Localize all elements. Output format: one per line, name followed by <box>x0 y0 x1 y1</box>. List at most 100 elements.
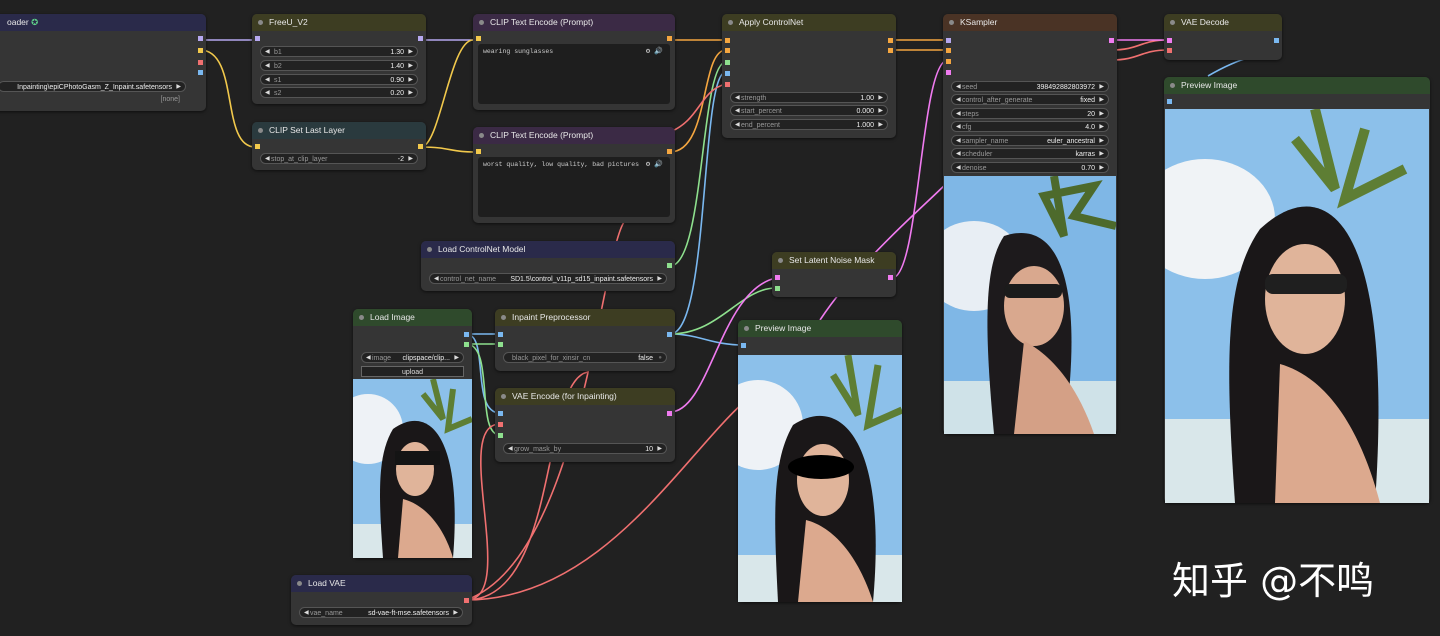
vae-input-socket[interactable] <box>725 82 730 87</box>
arrow-right-icon[interactable]: ▶ <box>176 82 181 91</box>
negative-input-socket[interactable] <box>725 48 730 53</box>
arrow-right-icon[interactable]: ▶ <box>1099 163 1104 172</box>
image-output-socket[interactable] <box>667 332 672 337</box>
arrow-left-icon[interactable]: ◀ <box>956 149 961 158</box>
collapse-dot-icon[interactable] <box>359 315 364 320</box>
collapse-dot-icon[interactable] <box>728 20 733 25</box>
mask-input-socket[interactable] <box>775 286 780 291</box>
arrow-right-icon[interactable]: ▶ <box>657 444 662 453</box>
arrow-left-icon[interactable]: ◀ <box>956 82 961 91</box>
b2-widget[interactable]: ◀ b2 1.40 ▶ <box>260 60 418 71</box>
stop-at-clip-layer-widget[interactable]: ◀ stop_at_clip_layer -2 ▶ <box>260 153 418 164</box>
arrow-left-icon[interactable]: ◀ <box>735 106 740 115</box>
arrow-right-icon[interactable]: ▶ <box>878 120 883 129</box>
positive-input-socket[interactable] <box>946 48 951 53</box>
output-socket[interactable] <box>198 70 203 75</box>
image-input-socket[interactable] <box>725 71 730 76</box>
vae-encode-inpainting-node[interactable]: VAE Encode (for Inpainting) ◀ grow_mask_b… <box>495 388 675 462</box>
latent-input-socket[interactable] <box>946 70 951 75</box>
control-net-name-widget[interactable]: ◀ control_net_name SD1.5\control_v11p_sd15… <box>429 273 667 284</box>
image-output-socket[interactable] <box>1274 38 1279 43</box>
conditioning-output-socket[interactable] <box>667 36 672 41</box>
strength-widget[interactable]: ◀ strength 1.00 ▶ <box>730 92 888 103</box>
arrow-left-icon[interactable]: ◀ <box>956 95 961 104</box>
negative-output-socket[interactable] <box>888 48 893 53</box>
model-output-socket[interactable] <box>198 36 203 41</box>
clip-output-socket[interactable] <box>418 144 423 149</box>
preview-image-right-node[interactable]: Preview Image <box>1164 77 1430 503</box>
end-percent-widget[interactable]: ◀ end_percent 1.000 ▶ <box>730 119 888 130</box>
collapse-dot-icon[interactable] <box>297 581 302 586</box>
arrow-left-icon[interactable]: ◀ <box>304 608 309 617</box>
arrow-right-icon[interactable]: ▶ <box>1099 149 1104 158</box>
arrow-left-icon[interactable]: ◀ <box>265 61 270 70</box>
steps-widget[interactable]: ◀ steps 20 ▶ <box>951 108 1109 119</box>
arrow-right-icon[interactable]: ▶ <box>1099 109 1104 118</box>
prompt-textarea[interactable]: worst quality, low quality, bad pictures… <box>478 157 670 217</box>
arrow-right-icon[interactable]: ▶ <box>878 106 883 115</box>
toggle-dot-icon[interactable]: ● <box>658 353 662 362</box>
collapse-dot-icon[interactable] <box>949 20 954 25</box>
cfg-widget[interactable]: ◀ cfg 4.0 ▶ <box>951 121 1109 132</box>
model-input-socket[interactable] <box>255 36 260 41</box>
control-net-input-socket[interactable] <box>725 60 730 65</box>
negative-input-socket[interactable] <box>946 59 951 64</box>
image-select-widget[interactable]: ◀ image clipspace/clip... ▶ <box>361 352 464 363</box>
arrow-right-icon[interactable]: ▶ <box>1099 82 1104 91</box>
ckpt-name-combo[interactable]: Inpainting\epiCPhotoGasm_Z_Inpaint.safet… <box>0 81 186 92</box>
arrow-left-icon[interactable]: ◀ <box>956 136 961 145</box>
arrow-right-icon[interactable]: ▶ <box>1099 136 1104 145</box>
collapse-dot-icon[interactable] <box>778 258 783 263</box>
arrow-left-icon[interactable]: ◀ <box>956 163 961 172</box>
prompt-textarea[interactable]: wearing sunglasses ⚙ 🔊 <box>478 44 670 104</box>
arrow-left-icon[interactable]: ◀ <box>366 353 371 362</box>
samples-input-socket[interactable] <box>775 275 780 280</box>
pixels-input-socket[interactable] <box>498 411 503 416</box>
collapse-dot-icon[interactable] <box>744 326 749 331</box>
arrow-right-icon[interactable]: ▶ <box>408 75 413 84</box>
vae-output-socket[interactable] <box>464 598 469 603</box>
denoise-widget[interactable]: ◀ denoise 0.70 ▶ <box>951 162 1109 173</box>
apply-controlnet-node[interactable]: Apply ControlNet ◀ strength 1.00 ▶ ◀ start_p… <box>722 14 896 138</box>
grow-mask-by-widget[interactable]: ◀ grow_mask_by 10 ▶ <box>503 443 667 454</box>
model-output-socket[interactable] <box>418 36 423 41</box>
arrow-left-icon[interactable]: ◀ <box>434 274 439 283</box>
arrow-left-icon[interactable]: ◀ <box>956 109 961 118</box>
conditioning-output-socket[interactable] <box>667 149 672 154</box>
latent-output-socket[interactable] <box>888 275 893 280</box>
vae-input-socket[interactable] <box>498 422 503 427</box>
control-after-generate-widget[interactable]: ◀ control_after_generate fixed ▶ <box>951 94 1109 105</box>
speaker-icon[interactable]: ⚙ 🔊 <box>646 160 663 169</box>
vae-output-socket[interactable] <box>198 60 203 65</box>
clip-input-socket[interactable] <box>476 149 481 154</box>
checkpoint-loader-node[interactable]: oader ✪ Inpainting\epiCPhotoGasm_Z_Inpai… <box>0 14 206 111</box>
mask-input-socket[interactable] <box>498 433 503 438</box>
load-controlnet-model-node[interactable]: Load ControlNet Model ◀ control_net_name S… <box>421 241 675 291</box>
arrow-right-icon[interactable]: ▶ <box>453 608 458 617</box>
arrow-right-icon[interactable]: ▶ <box>657 274 662 283</box>
ksampler-node[interactable]: KSampler ◀ seed 398492882803972 ▶ ◀ control_… <box>943 14 1117 434</box>
arrow-right-icon[interactable]: ▶ <box>454 353 459 362</box>
arrow-left-icon[interactable]: ◀ <box>265 47 270 56</box>
collapse-dot-icon[interactable] <box>1170 83 1175 88</box>
positive-output-socket[interactable] <box>888 38 893 43</box>
control-net-output-socket[interactable] <box>667 263 672 268</box>
arrow-right-icon[interactable]: ▶ <box>408 88 413 97</box>
upload-button[interactable]: upload <box>361 366 464 377</box>
arrow-right-icon[interactable]: ▶ <box>1099 95 1104 104</box>
arrow-left-icon[interactable]: ◀ <box>735 93 740 102</box>
arrow-left-icon[interactable]: ◀ <box>508 444 513 453</box>
load-vae-node[interactable]: Load VAE ◀ vae_name sd-vae-ft-mse.safetens… <box>291 575 472 625</box>
seed-widget[interactable]: ◀ seed 398492882803972 ▶ <box>951 81 1109 92</box>
freeu-node[interactable]: FreeU_V2 ◀ b1 1.30 ▶ ◀ b2 1.40 ▶ ◀ s1 0.90 ▶ ◀ s2 0… <box>252 14 426 104</box>
collapse-dot-icon[interactable] <box>501 315 506 320</box>
mask-input-socket[interactable] <box>498 342 503 347</box>
images-input-socket[interactable] <box>741 343 746 348</box>
s2-widget[interactable]: ◀ s2 0.20 ▶ <box>260 87 418 98</box>
arrow-left-icon[interactable]: ◀ <box>265 88 270 97</box>
collapse-dot-icon[interactable] <box>258 20 263 25</box>
arrow-left-icon[interactable]: ◀ <box>956 122 961 131</box>
mask-output-socket[interactable] <box>464 342 469 347</box>
sampler-name-widget[interactable]: ◀ sampler_name euler_ancestral ▶ <box>951 135 1109 146</box>
vae-decode-node[interactable]: VAE Decode <box>1164 14 1282 60</box>
